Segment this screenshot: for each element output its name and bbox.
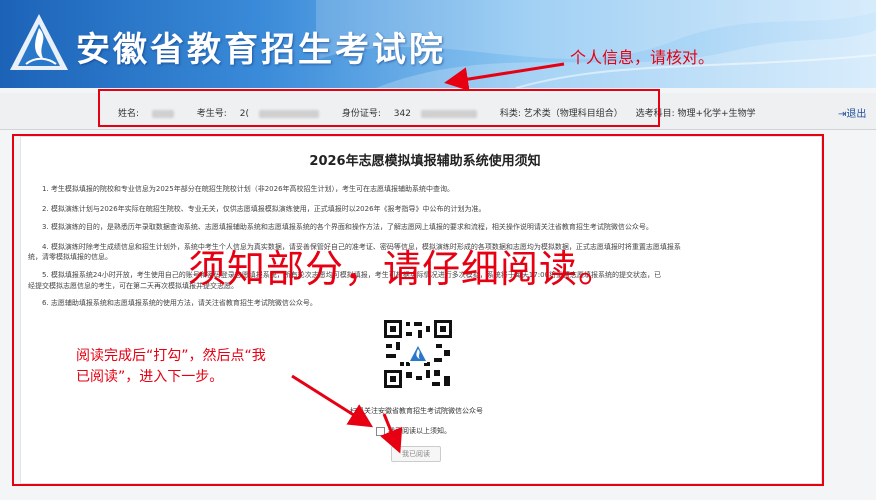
site-header: 安徽省教育招生考试院 <box>0 0 876 88</box>
annotation-personal-info: 个人信息，请核对。 <box>570 48 715 67</box>
annotation-check-then-click: 阅读完成后“打勾”，然后点“我 已阅读”，进入下一步。 <box>76 346 316 388</box>
flame-triangle-logo <box>10 14 68 70</box>
annotation-line: 已阅读”，进入下一步。 <box>76 369 224 385</box>
logout-button[interactable]: ⇥退出 <box>838 105 866 120</box>
info-highlight-box <box>98 89 660 127</box>
site-title: 安徽省教育招生考试院 <box>76 30 446 70</box>
annotation-line: 阅读完成后“打勾”，然后点“我 <box>76 348 266 364</box>
notice-highlight-box <box>12 134 824 486</box>
